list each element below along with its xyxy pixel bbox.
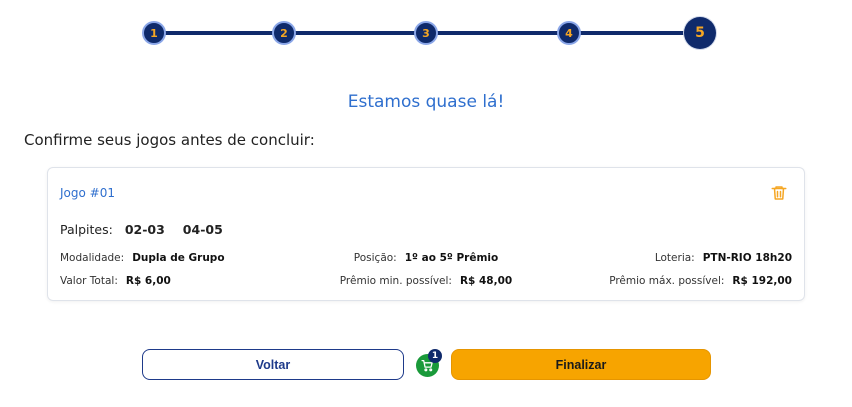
trash-icon[interactable] (770, 184, 788, 202)
cart-count-badge: 1 (428, 349, 442, 363)
step-1[interactable]: 1 (142, 21, 166, 45)
valor-value: R$ 6,00 (125, 275, 171, 287)
palpites-row: Palpites: 02-03 04-05 (60, 222, 237, 237)
palpite-item: 02-03 (124, 222, 165, 237)
details-row-1: Modalidade: Dupla de Grupo Posição: 1º ao … (60, 252, 792, 268)
page-headline: Estamos quase lá! (347, 92, 505, 112)
premio-min-label: Prêmio min. possível: (339, 275, 452, 287)
posicao-label: Posição: (353, 252, 397, 264)
finish-button[interactable]: Finalizar (451, 349, 711, 380)
step-3[interactable]: 3 (414, 21, 438, 45)
loteria: Loteria: PTN-RIO 18h20 (655, 252, 792, 264)
back-button[interactable]: Voltar (142, 349, 404, 380)
premio-max: Prêmio máx. possível: R$ 192,00 (609, 275, 792, 287)
details-row-2: Valor Total: R$ 6,00 Prêmio min. possível… (60, 275, 792, 291)
premio-min-value: R$ 48,00 (459, 275, 513, 287)
loteria-value: PTN-RIO 18h20 (702, 252, 792, 264)
game-title: Jogo #01 (60, 186, 115, 200)
valor-label: Valor Total: (60, 275, 118, 287)
modalidade-label: Modalidade: (60, 252, 125, 264)
premio-min: Prêmio min. possível: R$ 48,00 (340, 275, 512, 287)
valor-total: Valor Total: R$ 6,00 (60, 275, 171, 287)
game-card: Jogo #01 Palpites: 02-03 04-05 Modalidad… (47, 167, 805, 301)
step-4[interactable]: 4 (557, 21, 581, 45)
modalidade: Modalidade: Dupla de Grupo (60, 252, 225, 264)
palpites-label: Palpites: (60, 222, 113, 237)
progress-stepper: 1 2 3 4 5 (0, 0, 852, 70)
premio-max-value: R$ 192,00 (732, 275, 792, 287)
step-5-active: 5 (684, 17, 716, 49)
palpite-item: 04-05 (182, 222, 223, 237)
posicao: Posição: 1º ao 5º Prêmio (354, 252, 498, 264)
premio-max-label: Prêmio máx. possível: (609, 275, 725, 287)
confirm-instruction: Confirme seus jogos antes de concluir: (24, 131, 315, 149)
loteria-label: Loteria: (654, 252, 695, 264)
posicao-value: 1º ao 5º Prêmio (404, 252, 499, 264)
modalidade-value: Dupla de Grupo (132, 252, 225, 264)
step-2[interactable]: 2 (272, 21, 296, 45)
